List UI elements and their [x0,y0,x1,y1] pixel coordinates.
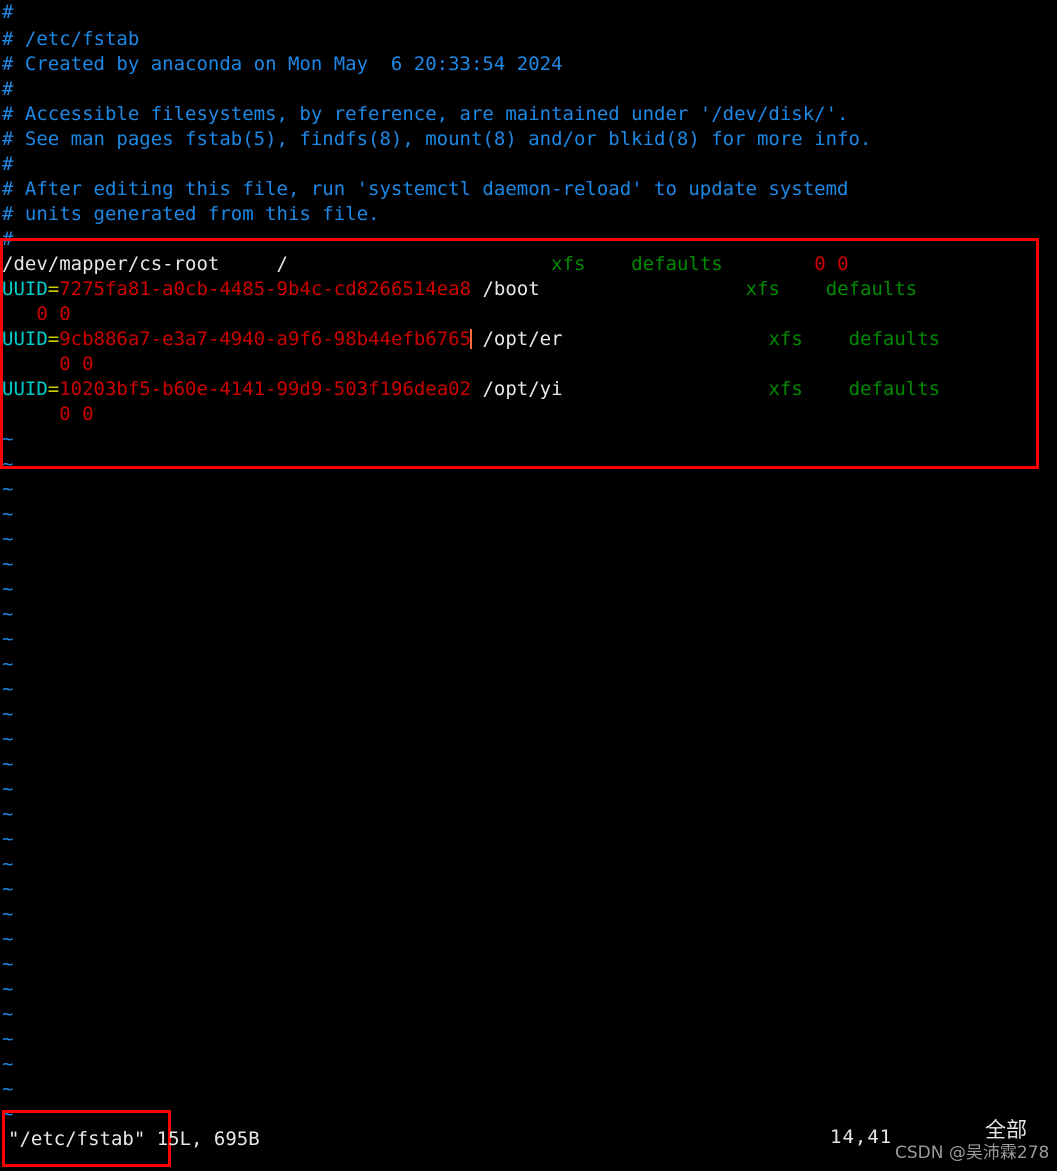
uuid-operator: = [47,328,60,350]
pad [219,253,276,275]
pad [803,378,849,400]
fstab-entry-opt-yi: UUID=10203bf5-b60e-4141-99d9-503f196dea0… [2,377,940,402]
empty-line-marker: ~ [2,853,14,875]
empty-line-marker: ~ [2,528,14,550]
fstab-entry-opt-er: UUID=9cb886a7-e3a7-4940-a9f6-98b44efb676… [2,327,940,352]
fstab-entry-boot: UUID=7275fa81-a0cb-4485-9b4c-cd8266514ea… [2,277,917,302]
fstab-mountpoint: /opt/yi [482,378,563,400]
fstab-options: defaults [848,378,941,400]
empty-line-marker: ~ [2,603,14,625]
empty-line-marker: ~ [2,703,14,725]
empty-line-marker: ~ [2,1053,14,1075]
uuid-key: UUID [2,328,48,350]
fstab-dump-pass: 0 0 [36,303,71,325]
terminal-window: # # /etc/fstab # Created by anaconda on … [0,0,1057,1171]
empty-line-marker: ~ [2,878,14,900]
empty-line-marker: ~ [2,453,14,475]
fstab-mountpoint: / [276,253,288,275]
uuid-value: 9cb886a7-e3a7-4940-a9f6-98b44efb6765 [59,328,472,350]
fstab-mountpoint: /boot [482,278,540,300]
buffer-line-comment: # [2,228,14,250]
fstab-device: /dev/mapper/cs-root [2,253,220,275]
status-cursor-position: 14,41 [830,1126,893,1148]
pad [723,253,815,275]
pad [471,378,482,400]
empty-line-marker: ~ [2,653,14,675]
fstab-dump-pass: 0 0 [59,353,94,375]
pad [585,253,631,275]
empty-line-marker: ~ [2,578,14,600]
fstab-entry-root: /dev/mapper/cs-root / xfs defaults 0 0 [2,252,849,277]
fstab-entry-opt-er-wrap: 0 0 [2,352,94,377]
empty-line-marker: ~ [2,478,14,500]
empty-line-marker: ~ [2,778,14,800]
fstab-options: defaults [825,278,918,300]
fstab-fstype: xfs [768,378,803,400]
fstab-entry-opt-yi-wrap: 0 0 [2,402,94,427]
empty-line-marker: ~ [2,428,14,450]
uuid-operator: = [47,278,60,300]
buffer-line-comment: # [2,1,14,23]
uuid-key: UUID [2,378,48,400]
buffer-line-comment: # Accessible filesystems, by reference, … [2,103,849,125]
empty-line-marker: ~ [2,503,14,525]
empty-line-marker: ~ [2,1103,14,1125]
fstab-fstype: xfs [551,253,586,275]
fstab-fstype: xfs [745,278,780,300]
empty-line-marker: ~ [2,1003,14,1025]
buffer-line-comment: # After editing this file, run 'systemct… [2,178,849,200]
pad [471,278,482,300]
pad [540,278,746,300]
buffer-line-comment: # [2,78,14,100]
empty-line-marker: ~ [2,678,14,700]
pad [803,328,849,350]
empty-line-marker: ~ [2,803,14,825]
buffer-line-comment: # /etc/fstab [2,28,140,50]
empty-line-marker: ~ [2,953,14,975]
buffer-line-comment: # See man pages fstab(5), findfs(8), mou… [2,128,872,150]
uuid-value: 10203bf5-b60e-4141-99d9-503f196dea02 [59,378,472,400]
empty-line-marker: ~ [2,553,14,575]
pad [2,403,59,425]
uuid-operator: = [47,378,60,400]
fstab-dump-pass: 0 0 [59,403,94,425]
empty-line-marker: ~ [2,753,14,775]
buffer-line-comment: # Created by anaconda on Mon May 6 20:33… [2,53,563,75]
pad [780,278,826,300]
pad [2,353,59,375]
pad [471,328,482,350]
fstab-dump-pass: 0 0 [814,253,849,275]
fstab-options: defaults [631,253,723,275]
fstab-mountpoint: /opt/er [482,328,563,350]
empty-line-marker: ~ [2,928,14,950]
fstab-fstype: xfs [768,328,803,350]
buffer-line-comment: # units generated from this file. [2,203,380,225]
buffer-line-comment: # [2,153,14,175]
empty-line-marker: ~ [2,628,14,650]
csdn-watermark: CSDN @吴沛霖278 [895,1143,1050,1163]
pad [563,328,769,350]
empty-line-marker: ~ [2,903,14,925]
fstab-entry-boot-wrap: 0 0 [2,302,71,327]
empty-line-marker: ~ [2,828,14,850]
empty-line-marker: ~ [2,978,14,1000]
pad [2,303,36,325]
uuid-value: 7275fa81-a0cb-4485-9b4c-cd8266514ea8 [59,278,472,300]
pad [563,378,769,400]
empty-line-marker: ~ [2,728,14,750]
pad [288,253,551,275]
uuid-key: UUID [2,278,48,300]
status-filename: "/etc/fstab" 15L, 695B [8,1128,260,1150]
empty-line-marker: ~ [2,1078,14,1100]
empty-line-marker: ~ [2,1028,14,1050]
fstab-options: defaults [848,328,941,350]
